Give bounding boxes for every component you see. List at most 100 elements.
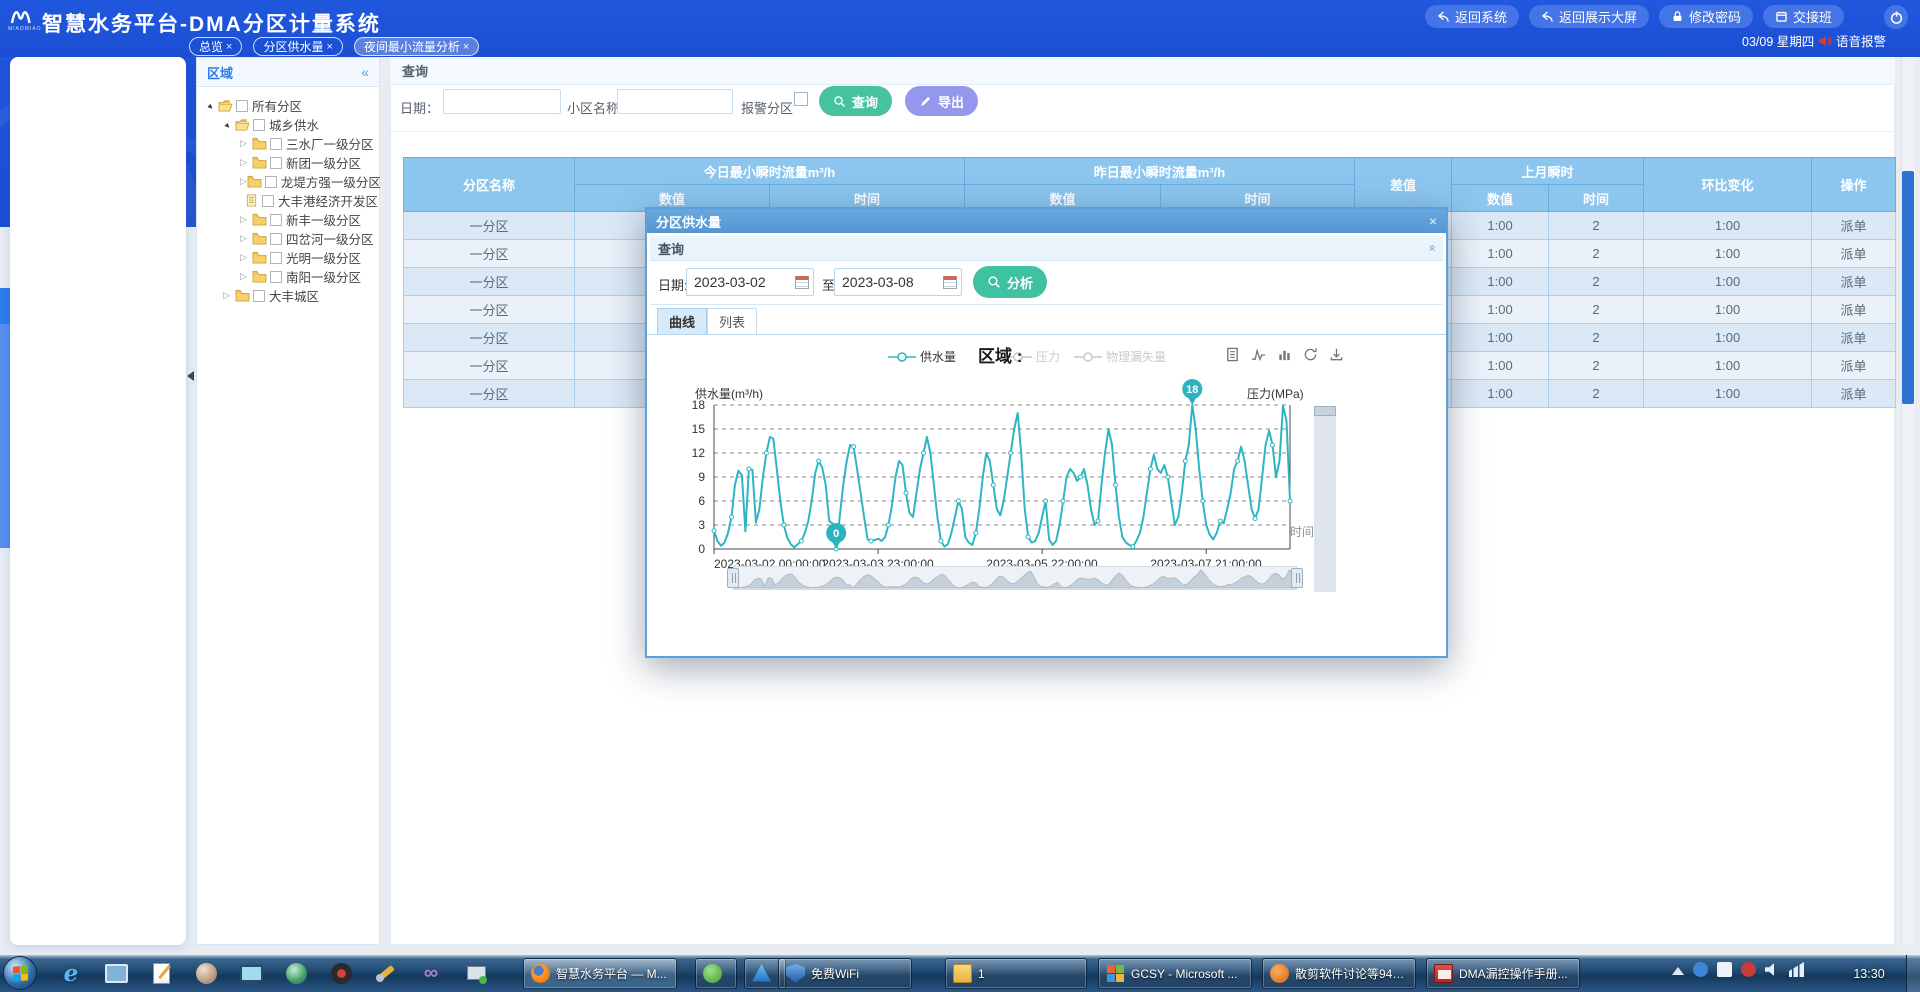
tree-expander-icon[interactable]: ▷ — [240, 252, 252, 263]
dialog-titlebar[interactable]: 分区供水量 × — [647, 209, 1446, 233]
dispatch-action[interactable]: 派单 — [1812, 212, 1896, 240]
tree-node-label[interactable]: 三水厂一级分区 — [286, 134, 374, 153]
tab-close-icon[interactable]: × — [226, 41, 232, 53]
datazoom-left-handle[interactable] — [727, 568, 739, 588]
taskbar-button-5[interactable]: GCSY - Microsoft ... — [1098, 958, 1252, 989]
taskbar-button-1[interactable] — [695, 958, 737, 989]
community-input[interactable] — [617, 89, 733, 114]
dialog-tab-0[interactable]: 曲线 — [657, 308, 707, 335]
tab-chip-0[interactable]: 总览× — [189, 37, 242, 56]
download-icon[interactable] — [1329, 347, 1344, 362]
tray-red-icon[interactable] — [1741, 962, 1756, 977]
start-button[interactable] — [3, 956, 37, 990]
vs-icon[interactable]: ∞ — [418, 960, 444, 986]
tray-tri-icon[interactable] — [1672, 967, 1684, 975]
ball-icon[interactable] — [193, 960, 219, 986]
legend-item-0[interactable]: 供水量 — [888, 348, 956, 365]
tree-expander-icon[interactable]: ▷ — [240, 271, 252, 282]
tree-checkbox[interactable] — [270, 271, 282, 283]
tree-node-label[interactable]: 龙堤方强一级分区 — [281, 172, 381, 191]
tree-node-label[interactable]: 城乡供水 — [269, 115, 319, 134]
tree-expander-icon[interactable]: ▷ — [240, 138, 252, 149]
collapse-chevron-icon[interactable]: » — [1425, 245, 1439, 252]
tree-node-label[interactable]: 新团一级分区 — [286, 153, 361, 172]
datazoom-horizontal-slider[interactable] — [733, 566, 1297, 590]
tray-net-icon[interactable] — [1789, 962, 1804, 977]
tree-expander-icon[interactable]: ▷ — [240, 157, 252, 168]
tree-expander-icon[interactable]: ▷ — [240, 176, 247, 187]
datazoom-vertical-slider[interactable] — [1314, 406, 1336, 592]
taskbar-button-6[interactable]: 散剪软件讨论等94个... — [1262, 958, 1416, 989]
header-button-交接班[interactable]: 交接班 — [1763, 5, 1844, 28]
tree-node-label[interactable]: 大丰港经济开发区 — [278, 191, 378, 210]
tree-checkbox[interactable] — [270, 157, 282, 169]
dispatch-action[interactable]: 派单 — [1812, 296, 1896, 324]
tree-node-label[interactable]: 新丰一级分区 — [286, 210, 361, 229]
tree-checkbox[interactable] — [236, 100, 248, 112]
tree-expander-icon[interactable]: ▷ — [240, 233, 252, 244]
calendar-icon[interactable] — [795, 276, 809, 289]
date-from-input[interactable]: 2023-03-02 — [686, 268, 814, 296]
restore-icon[interactable] — [1303, 347, 1318, 362]
tree-checkbox[interactable] — [262, 195, 274, 207]
datazoom-vertical-handle[interactable] — [1314, 406, 1336, 416]
dialog-tab-1[interactable]: 列表 — [707, 308, 757, 335]
tray-flag-icon[interactable] — [1717, 962, 1732, 977]
data-view-icon[interactable] — [1225, 347, 1240, 362]
tree-checkbox[interactable] — [270, 252, 282, 264]
dispatch-action[interactable]: 派单 — [1812, 240, 1896, 268]
sidebar-collapse-arrow[interactable] — [187, 371, 194, 381]
tray-blue-icon[interactable] — [1693, 962, 1708, 977]
taskbar-button-4[interactable]: 1 — [945, 958, 1087, 989]
search-button[interactable]: 查询 — [819, 86, 892, 116]
date-input[interactable] — [443, 89, 561, 114]
tree-checkbox[interactable] — [270, 214, 282, 226]
media-icon[interactable] — [328, 960, 354, 986]
header-button-返回展示大屏[interactable]: 返回展示大屏 — [1529, 5, 1649, 28]
show-desktop-button[interactable] — [1906, 955, 1920, 992]
power-button[interactable] — [1884, 5, 1908, 29]
calendar-icon[interactable] — [943, 276, 957, 289]
display-icon[interactable] — [238, 960, 264, 986]
dispatch-action[interactable]: 派单 — [1812, 352, 1896, 380]
tree-checkbox[interactable] — [265, 176, 277, 188]
tree-node-label[interactable]: 大丰城区 — [269, 286, 319, 305]
tree-node-label[interactable]: 所有分区 — [252, 96, 302, 115]
tree-expander-icon[interactable]: ▷ — [240, 214, 252, 225]
tree-checkbox[interactable] — [270, 138, 282, 150]
close-icon[interactable]: × — [1429, 213, 1437, 229]
tree-node-label[interactable]: 光明一级分区 — [286, 248, 361, 267]
header-button-返回系统[interactable]: 返回系统 — [1425, 5, 1519, 28]
date-to-input[interactable]: 2023-03-08 — [834, 268, 962, 296]
notepad-icon[interactable] — [148, 960, 174, 986]
ie-icon[interactable]: e — [58, 960, 84, 986]
tree-checkbox[interactable] — [253, 119, 265, 131]
tray-spk-icon[interactable] — [1765, 962, 1780, 977]
tree-expander-icon[interactable]: ▷ — [223, 290, 235, 301]
page-scrollbar-thumb[interactable] — [1902, 171, 1914, 404]
tree-node-label[interactable]: 四岔河一级分区 — [286, 229, 374, 248]
dispatch-action[interactable]: 派单 — [1812, 324, 1896, 352]
taskbar-button-0[interactable]: 智慧水务平台 — M... — [523, 958, 677, 989]
tab-close-icon[interactable]: × — [463, 41, 469, 53]
alarm-partition-checkbox[interactable] — [794, 92, 808, 106]
tab-close-icon[interactable]: × — [326, 41, 332, 53]
tab-chip-2[interactable]: 夜间最小流量分析× — [354, 37, 479, 56]
taskbar-button-3[interactable]: 免费WiFi — [778, 958, 912, 989]
tools-icon[interactable] — [373, 960, 399, 986]
bar-chart-icon[interactable] — [1277, 347, 1292, 362]
window-icon[interactable] — [103, 960, 129, 986]
line-chart-icon[interactable] — [1251, 347, 1266, 362]
legend-item-2[interactable]: 物理漏失量 — [1074, 348, 1166, 365]
globe-icon[interactable] — [283, 960, 309, 986]
tree-checkbox[interactable] — [253, 290, 265, 302]
tree-node-label[interactable]: 南阳一级分区 — [286, 267, 361, 286]
dispatch-action[interactable]: 派单 — [1812, 268, 1896, 296]
header-button-修改密码[interactable]: 修改密码 — [1659, 5, 1753, 28]
tab-chip-1[interactable]: 分区供水量× — [253, 37, 342, 56]
export-button[interactable]: 导出 — [905, 86, 978, 116]
datazoom-right-handle[interactable] — [1291, 568, 1303, 588]
voice-alarm[interactable]: 语音报警 — [1818, 31, 1886, 50]
taskbar-button-7[interactable]: DMA漏控操作手册... — [1426, 958, 1580, 989]
dispatch-action[interactable]: 派单 — [1812, 380, 1896, 408]
